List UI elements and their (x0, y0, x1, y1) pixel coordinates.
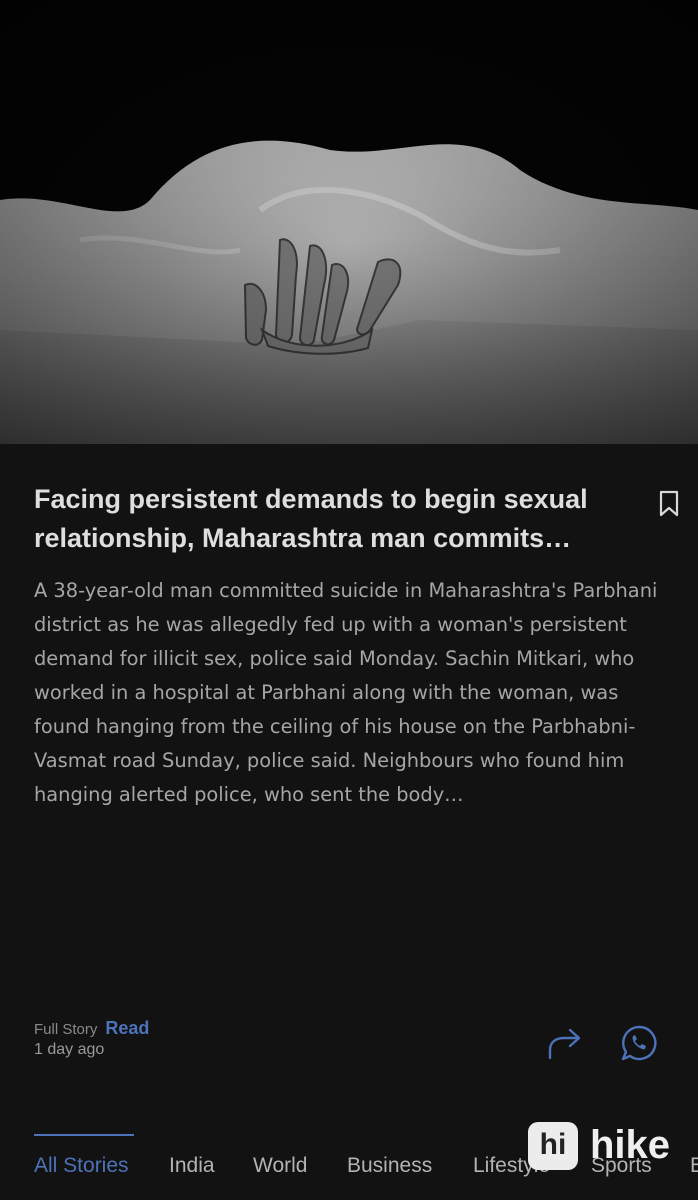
whatsapp-icon (621, 1025, 657, 1061)
read-link[interactable]: Read (105, 1018, 149, 1038)
story-meta: Full Story Read 1 day ago (34, 1018, 149, 1059)
tab-india[interactable]: India (169, 1154, 215, 1178)
active-tab-indicator (34, 1134, 134, 1136)
share-arrow-icon (548, 1028, 581, 1060)
hike-watermark: hi hike (528, 1120, 688, 1172)
story-headline[interactable]: Facing persistent demands to begin sexua… (34, 480, 624, 558)
whatsapp-share-button[interactable] (620, 1024, 658, 1062)
tab-all-stories[interactable]: All Stories (34, 1154, 129, 1178)
story-timestamp: 1 day ago (34, 1041, 105, 1058)
tab-overflow[interactable]: E (690, 1154, 698, 1178)
share-button[interactable] (546, 1026, 584, 1060)
bookmark-icon (659, 490, 679, 517)
hike-badge-icon: hi (528, 1122, 578, 1170)
tab-business[interactable]: Business (347, 1154, 432, 1178)
tab-world[interactable]: World (253, 1154, 307, 1178)
full-story-label: Full Story (34, 1021, 98, 1038)
story-card: Facing persistent demands to begin sexua… (0, 444, 698, 1200)
story-image (0, 0, 698, 444)
hike-wordmark: hike (590, 1123, 671, 1167)
story-summary: A 38-year-old man committed suicide in M… (34, 579, 658, 806)
story-photo (0, 0, 698, 444)
bookmark-button[interactable] (654, 488, 684, 518)
